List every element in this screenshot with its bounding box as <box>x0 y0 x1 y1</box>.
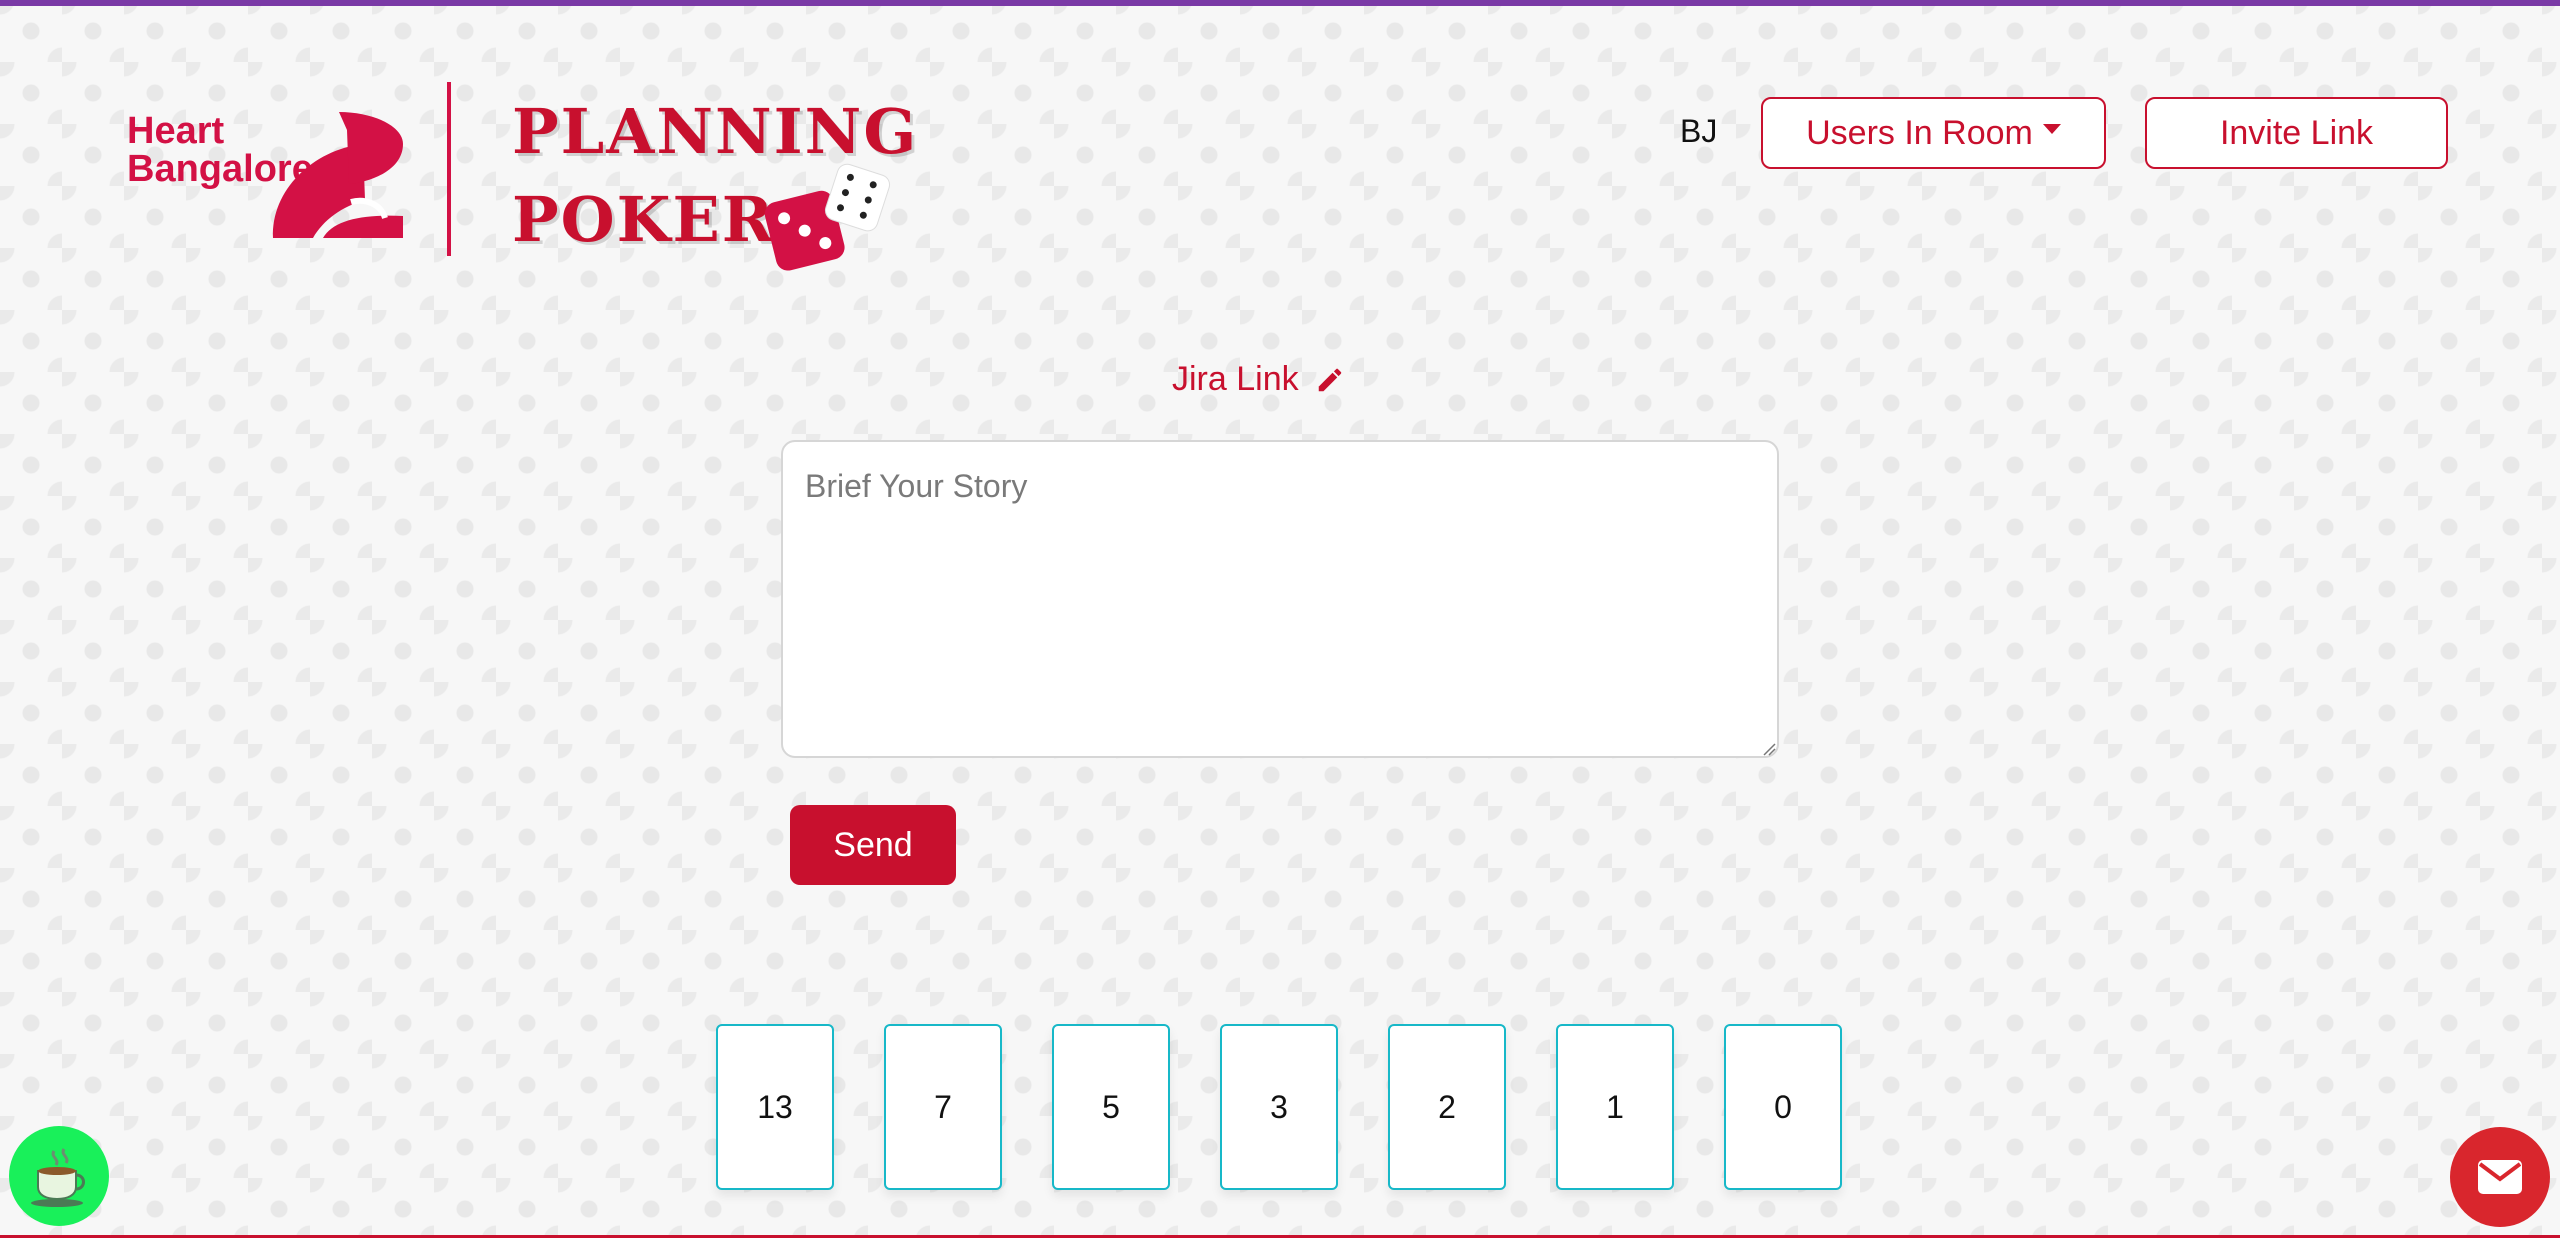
users-in-room-label: Users In Room <box>1806 113 2033 152</box>
vote-card-5[interactable]: 5 <box>1052 1024 1170 1190</box>
coffee-break-button[interactable] <box>9 1126 109 1226</box>
brand-logo: Heart Bangalore PLANNING POKER <box>127 82 916 271</box>
user-initials: BJ <box>1680 113 1718 149</box>
send-button[interactable]: Send <box>790 805 956 885</box>
card-value: 7 <box>934 1088 952 1125</box>
brand-divider <box>447 82 451 256</box>
vote-card-7[interactable]: 7 <box>884 1024 1002 1190</box>
envelope-icon <box>2478 1160 2522 1194</box>
card-value: 0 <box>1774 1088 1792 1125</box>
card-value: 13 <box>757 1088 793 1125</box>
mail-button[interactable] <box>2450 1127 2550 1227</box>
caret-down-icon <box>2042 124 2061 134</box>
jira-link[interactable]: Jira Link <box>1172 360 1345 399</box>
card-value: 5 <box>1102 1088 1120 1125</box>
vote-card-3[interactable]: 3 <box>1220 1024 1338 1190</box>
send-label: Send <box>833 825 913 864</box>
resize-grip-icon[interactable] <box>1762 742 1776 756</box>
coffee-cup-icon <box>31 1148 85 1207</box>
invite-link-label: Invite Link <box>2219 113 2374 152</box>
vote-card-13[interactable]: 13 <box>716 1024 834 1190</box>
story-textarea[interactable] <box>781 440 1779 758</box>
vote-card-1[interactable]: 1 <box>1556 1024 1674 1190</box>
pencil-icon[interactable] <box>1315 365 1345 395</box>
card-value: 2 <box>1438 1088 1456 1125</box>
vote-card-0[interactable]: 0 <box>1724 1024 1842 1190</box>
card-value: 3 <box>1270 1088 1288 1125</box>
dice-icon <box>764 163 891 271</box>
top-accent-bar <box>0 0 2560 6</box>
invite-link-button[interactable]: Invite Link <box>2145 97 2448 169</box>
card-value: 1 <box>1606 1088 1624 1125</box>
vote-card-2[interactable]: 2 <box>1388 1024 1506 1190</box>
heart-bangalore-mark-icon <box>272 112 403 238</box>
jira-link-label: Jira Link <box>1172 360 1299 398</box>
users-in-room-dropdown[interactable]: Users In Room <box>1761 97 2106 169</box>
